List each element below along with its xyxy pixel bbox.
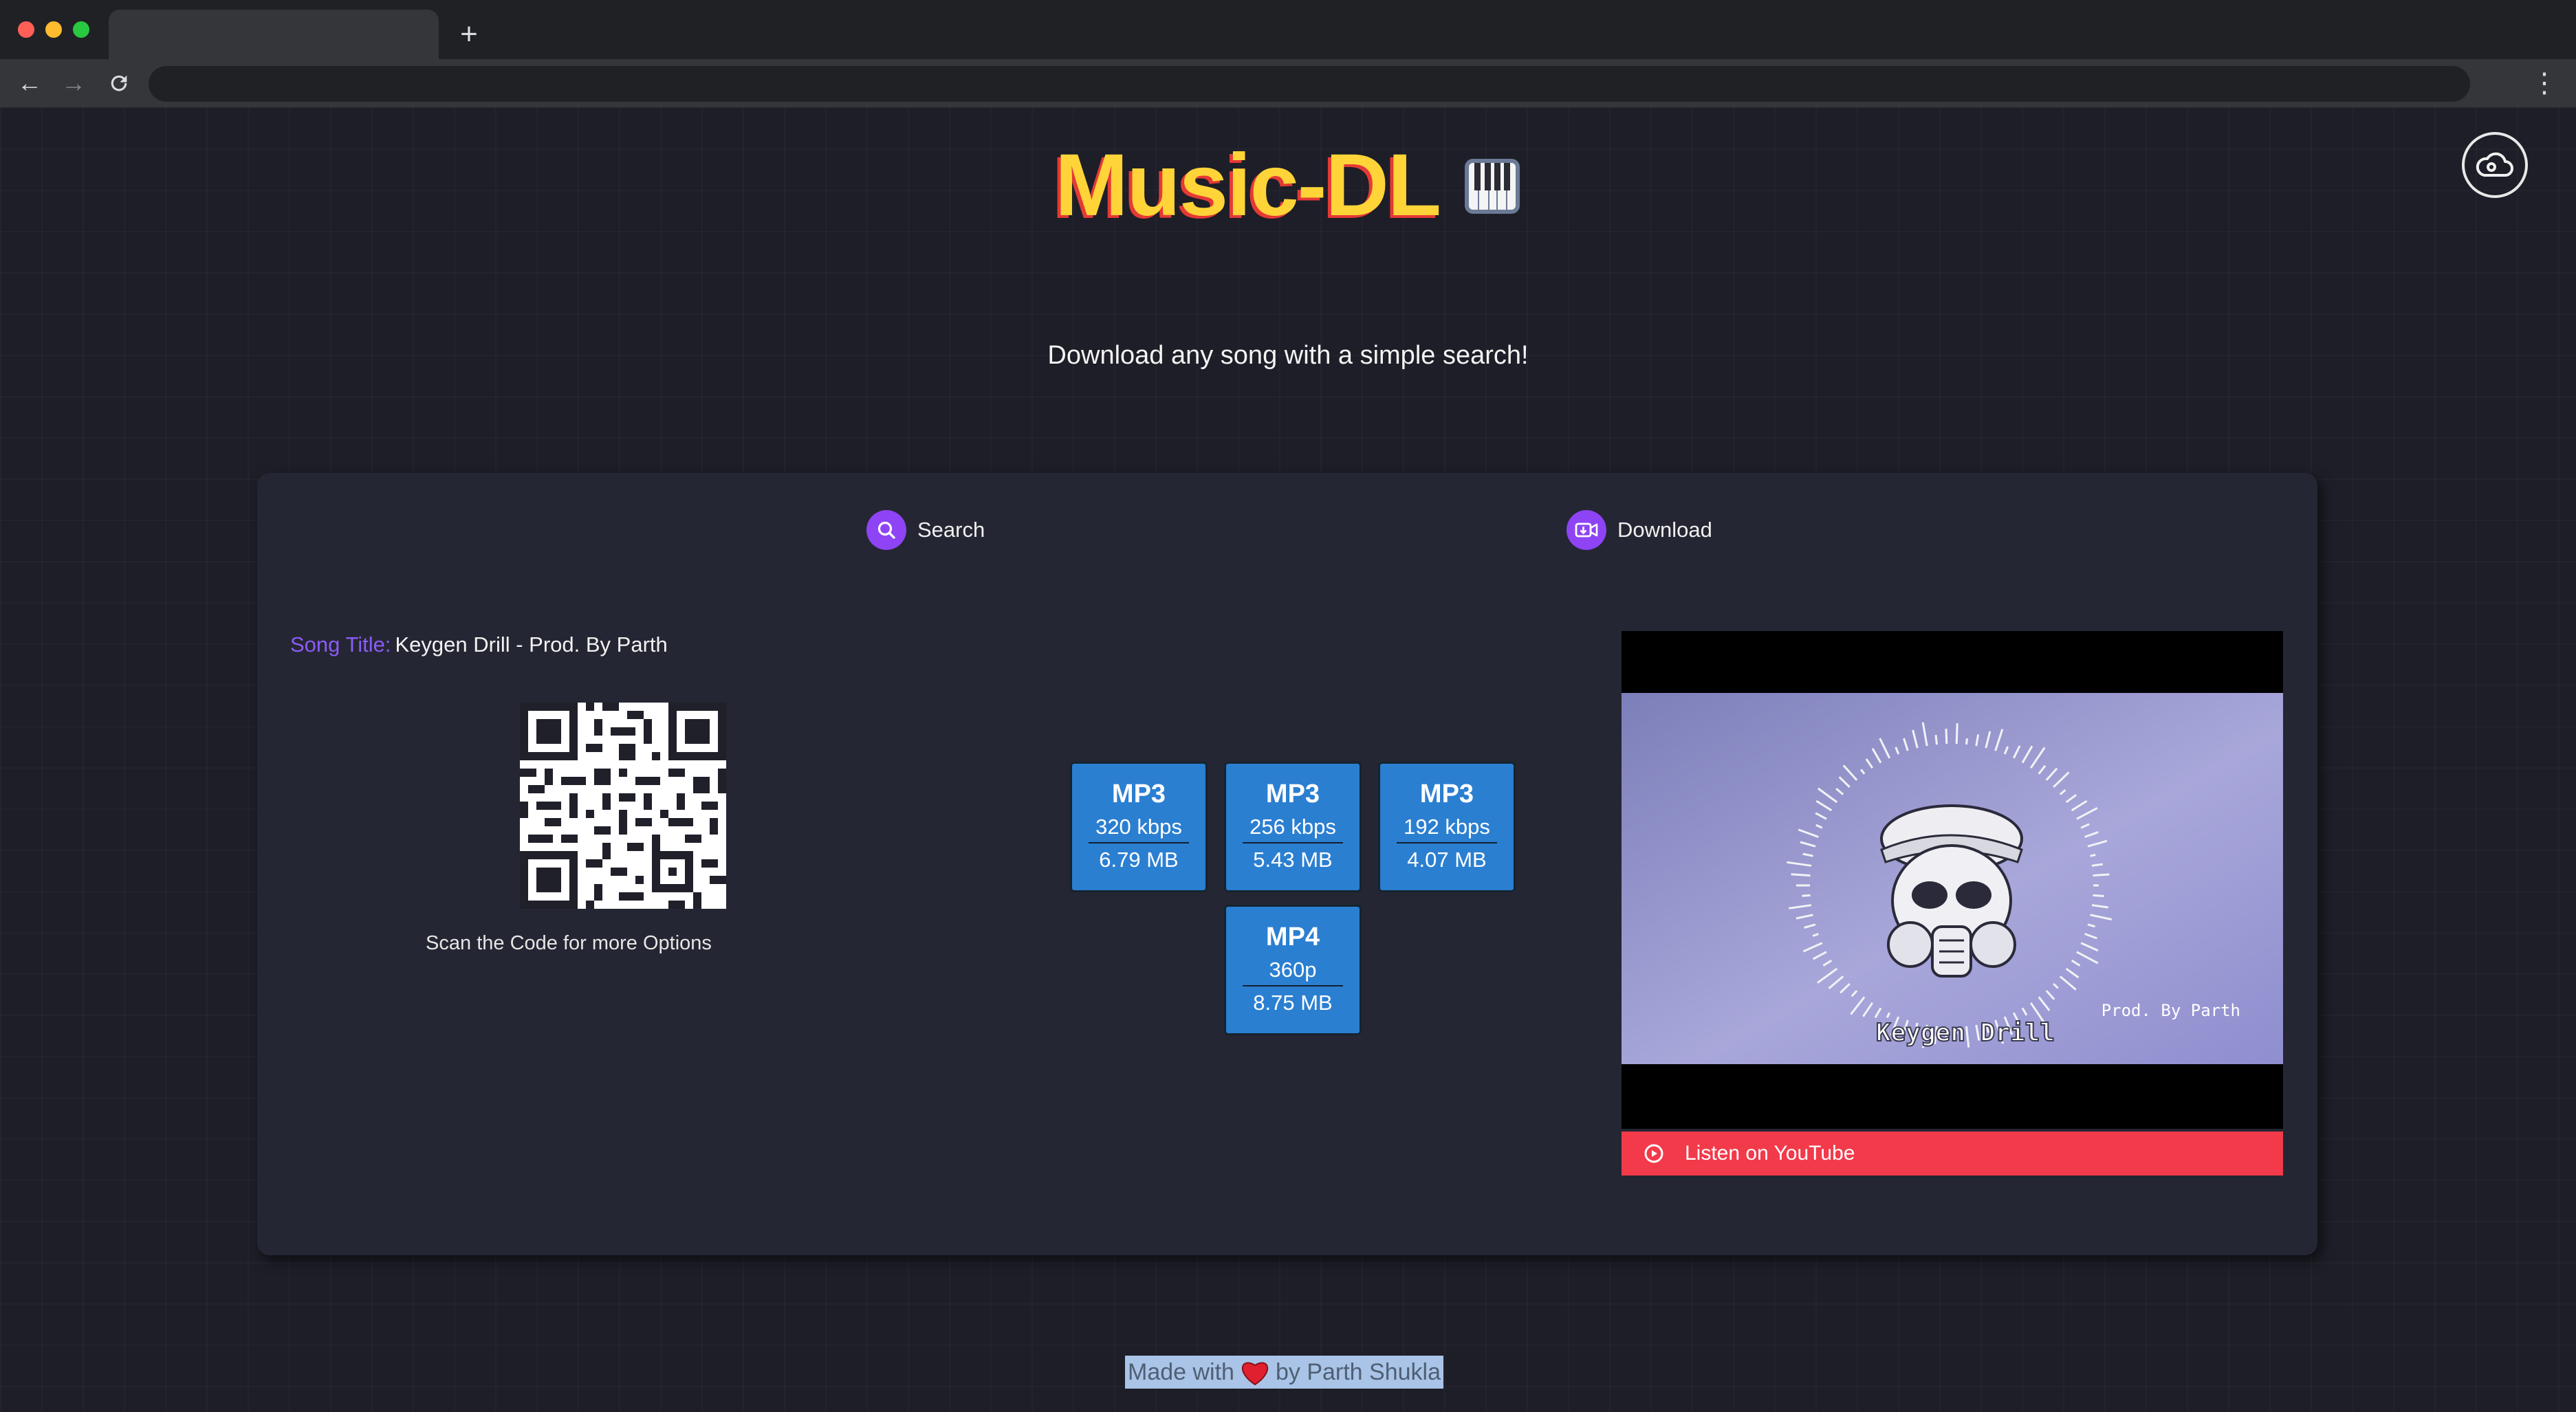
- divider: [1397, 842, 1497, 843]
- visualizer-tick: [1955, 723, 1958, 744]
- skull-icon: [1880, 804, 2023, 978]
- heart-icon: [1240, 1358, 1270, 1386]
- download-mp4-360p-button[interactable]: MP4 360p 8.75 MB: [1224, 905, 1362, 1035]
- download-mp3-320-button[interactable]: MP3 320 kbps 6.79 MB: [1070, 762, 1208, 892]
- thumbnail-caption: Keygen Drill: [1876, 1019, 2055, 1047]
- piano-keys-icon: [1463, 135, 1521, 236]
- format-quality: 320 kbps: [1095, 815, 1182, 839]
- divider: [1243, 985, 1343, 986]
- tab-search-label: Search: [917, 518, 985, 542]
- download-mp3-256-button[interactable]: MP3 256 kbps 5.43 MB: [1224, 762, 1362, 892]
- back-icon[interactable]: ←: [12, 66, 47, 100]
- visualizer-tick: [1934, 735, 1938, 745]
- visualizer-tick: [2093, 894, 2104, 897]
- window-maximize-button[interactable]: [73, 21, 89, 38]
- format-size: 5.43 MB: [1253, 848, 1333, 872]
- youtube-label: Listen on YouTube: [1685, 1142, 1855, 1165]
- reload-icon[interactable]: [102, 66, 136, 100]
- video-download-icon: [1567, 510, 1606, 550]
- format-quality: 192 kbps: [1404, 815, 1490, 839]
- divider: [1089, 842, 1189, 843]
- format-size: 8.75 MB: [1253, 991, 1333, 1015]
- new-tab-button[interactable]: +: [457, 14, 481, 55]
- visualizer-tick: [1791, 873, 1811, 877]
- app-title-text: Music-DL: [1055, 136, 1441, 234]
- forward-icon[interactable]: →: [56, 66, 91, 100]
- visualizer-tick: [2090, 854, 2096, 857]
- visualizer-tick: [1945, 729, 1948, 744]
- footer: Made with by Parth Shukla: [1125, 1356, 1443, 1389]
- format-size: 4.07 MB: [1407, 848, 1487, 872]
- format-label: MP3: [1265, 780, 1320, 808]
- qr-code[interactable]: [520, 703, 726, 912]
- window-close-button[interactable]: [18, 21, 34, 38]
- listen-on-youtube-button[interactable]: Listen on YouTube: [1622, 1132, 2283, 1176]
- format-quality: 360p: [1269, 958, 1317, 982]
- video-player[interactable]: Keygen Drill Prod. By Parth: [1622, 631, 2283, 1129]
- app-title: Music-DL: [0, 135, 2576, 243]
- footer-suffix: by Parth Shukla: [1275, 1358, 1441, 1385]
- footer-prefix: Made with: [1128, 1358, 1234, 1385]
- download-mp3-192-button[interactable]: MP3 192 kbps 4.07 MB: [1378, 762, 1516, 892]
- visualizer-tick: [1802, 894, 1811, 897]
- song-title: Song Title: Keygen Drill - Prod. By Parth: [290, 632, 668, 657]
- thumbnail-credit: Prod. By Parth: [2102, 1001, 2240, 1020]
- search-icon: [866, 510, 906, 550]
- address-bar[interactable]: [149, 66, 2470, 102]
- format-quality: 256 kbps: [1249, 815, 1336, 839]
- browser-tab[interactable]: [109, 10, 439, 59]
- tab-download[interactable]: Download: [1567, 507, 1712, 553]
- divider: [1243, 842, 1343, 843]
- app-subtitle: Download any song with a simple search!: [1047, 341, 1529, 370]
- visualizer-tick: [2093, 873, 2110, 877]
- format-size: 6.79 MB: [1099, 848, 1179, 872]
- format-label: MP3: [1419, 780, 1474, 808]
- song-title-label: Song Title:: [290, 632, 391, 657]
- qr-caption: Scan the Code for more Options: [426, 932, 712, 954]
- tab-search[interactable]: Search: [866, 507, 985, 553]
- song-title-value: Keygen Drill - Prod. By Parth: [395, 632, 668, 657]
- browser-menu-icon[interactable]: ⋮: [2531, 66, 2558, 100]
- format-label: MP4: [1265, 923, 1320, 951]
- tab-download-label: Download: [1617, 518, 1712, 542]
- format-label: MP3: [1111, 780, 1166, 808]
- window-minimize-button[interactable]: [45, 21, 62, 38]
- play-circle-icon: [1644, 1143, 1664, 1164]
